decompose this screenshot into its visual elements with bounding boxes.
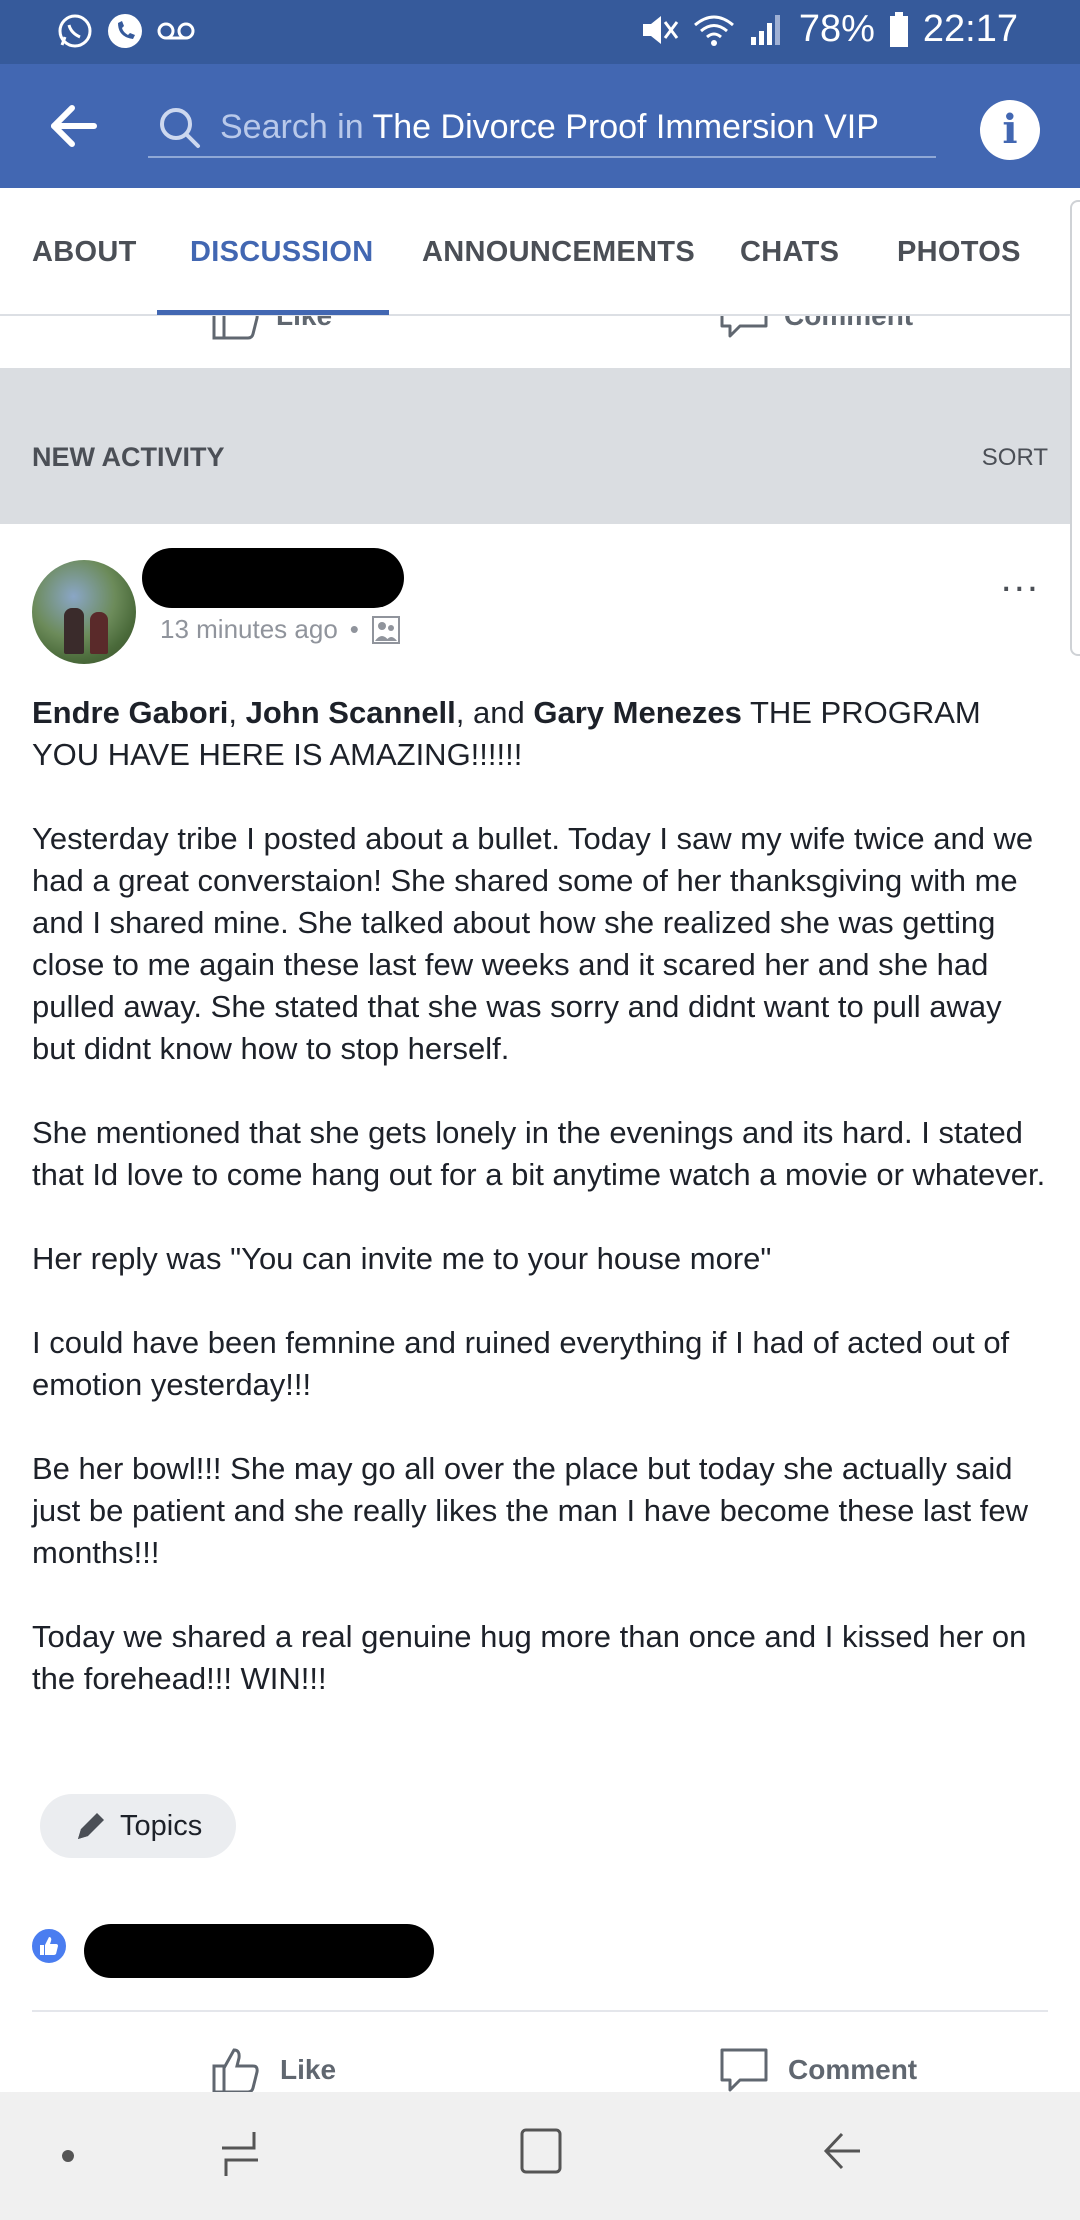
thumbs-up-icon (212, 316, 259, 340)
battery-icon (889, 11, 908, 47)
redacted-reactors (84, 1924, 434, 1978)
comment-label: Comment (788, 2054, 918, 2085)
tagged-user[interactable]: Gary Menezes (533, 695, 742, 730)
post-paragraph: Be her bowl!!! She may go all over the p… (32, 1451, 1029, 1570)
info-icon: i (1002, 106, 1018, 153)
like-label: Like (280, 2054, 337, 2085)
phone-call-icon (108, 14, 142, 48)
post-timestamp[interactable]: 13 minutes ago (160, 614, 338, 645)
new-activity-header: NEW ACTIVITY SORT (0, 368, 1080, 524)
post-paragraph: Today we shared a real genuine hug more … (32, 1619, 1027, 1696)
voicemail-icon (157, 22, 195, 40)
meta-separator: • (349, 614, 359, 644)
back-button[interactable] (48, 100, 100, 152)
post-paragraph: She mentioned that she gets lonely in th… (32, 1115, 1046, 1192)
info-button[interactable]: i (980, 100, 1040, 160)
active-tab-indicator (157, 310, 389, 315)
search-input[interactable]: Search in The Divorce Proof Immersion VI… (148, 98, 936, 158)
recent-apps-icon[interactable] (218, 2126, 262, 2182)
like-button[interactable]: Like (210, 2044, 336, 2096)
search-prefix: Search in (220, 107, 364, 146)
post-meta: 13 minutes ago • (160, 614, 401, 645)
avatar[interactable] (32, 560, 136, 664)
group-privacy-icon (371, 615, 400, 644)
post-body: Endre Gabori, John Scannell, and Gary Me… (32, 692, 1052, 1742)
tab-discussion[interactable]: DISCUSSION (190, 236, 373, 269)
tab-chats[interactable]: CHATS (740, 236, 839, 269)
sort-button[interactable]: SORT (982, 444, 1048, 472)
tagged-user[interactable]: Endre Gabori (32, 695, 228, 730)
search-placeholder: Search in The Divorce Proof Immersion VI… (220, 108, 879, 147)
divider (32, 2010, 1048, 2012)
tab-photos[interactable]: PHOTOS (897, 236, 1021, 269)
back-nav-icon[interactable] (820, 2126, 866, 2176)
previous-like-label: Like (276, 316, 332, 332)
whatsapp-icon (58, 14, 92, 48)
reactions-summary[interactable] (30, 1916, 434, 1978)
signal-icon (750, 14, 780, 45)
battery-percent: 78% (798, 8, 875, 50)
post-card: 13 minutes ago • ... Endre Gabori, John … (0, 524, 1080, 2094)
post-intro: Endre Gabori, John Scannell, and Gary Me… (32, 695, 981, 772)
previous-comment-label: Comment (784, 316, 913, 332)
more-options-button[interactable]: ... (1001, 558, 1040, 598)
status-bar: 78% 22:17 (0, 0, 1080, 64)
thumbs-up-icon (212, 2048, 259, 2094)
group-tabs: ABOUT DISCUSSION ANNOUNCEMENTS CHATS PHO… (0, 188, 1080, 316)
app-bar: Search in The Divorce Proof Immersion VI… (0, 64, 1080, 188)
tab-about[interactable]: ABOUT (32, 236, 137, 269)
topics-label: Topics (120, 1809, 203, 1842)
tagged-user[interactable]: John Scannell (246, 695, 456, 730)
like-reaction-badge (30, 1927, 68, 1965)
system-navigation-bar (0, 2092, 1080, 2220)
comment-button[interactable]: Comment (718, 2044, 917, 2096)
clock: 22:17 (922, 8, 1018, 50)
thumbs-up-icon (40, 1937, 58, 1955)
back-arrow-icon (51, 105, 97, 147)
comment-icon (720, 2048, 768, 2092)
comment-icon (720, 316, 768, 338)
previous-post-actions: Like Comment (0, 316, 1080, 368)
post-paragraph: Yesterday tribe I posted about a bullet.… (32, 821, 1034, 1066)
previous-comment-button[interactable]: Comment (718, 316, 913, 342)
notification-icons (56, 12, 196, 50)
search-icon (160, 108, 200, 148)
wifi-icon (693, 15, 734, 46)
home-button-icon[interactable] (518, 2126, 564, 2176)
post-paragraph: Her reply was "You can invite me to your… (32, 1241, 772, 1276)
scrollbar[interactable] (1070, 200, 1080, 656)
previous-like-button[interactable]: Like (210, 316, 332, 342)
post-paragraph: I could have been femnine and ruined eve… (32, 1325, 1010, 1402)
mute-icon (642, 15, 679, 44)
redacted-author-name (142, 548, 404, 608)
pencil-icon (78, 1813, 104, 1839)
section-title: NEW ACTIVITY (32, 442, 225, 472)
group-name: The Divorce Proof Immersion VIP (372, 107, 879, 146)
system-status: 78% 22:17 (639, 8, 1018, 51)
topics-button[interactable]: Topics (40, 1794, 236, 1858)
tab-announcements[interactable]: ANNOUNCEMENTS (422, 236, 695, 269)
dot-indicator-icon (62, 2150, 74, 2162)
